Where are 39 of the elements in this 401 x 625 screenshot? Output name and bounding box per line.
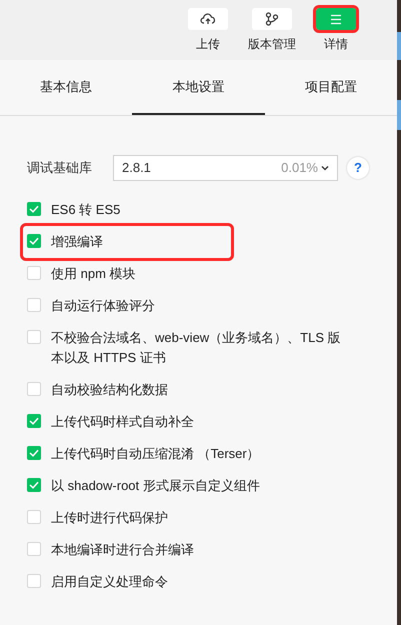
option-label: 自动运行体验评分 — [51, 297, 156, 315]
option-label: 上传时进行代码保护 — [51, 509, 169, 527]
checkbox[interactable] — [27, 266, 41, 280]
option-label: 启用自定义处理命令 — [51, 573, 169, 591]
checkbox[interactable] — [27, 202, 41, 216]
option-label: 上传代码时样式自动补全 — [51, 413, 195, 431]
chevron-down-icon — [321, 165, 329, 171]
tab[interactable]: 基本信息 — [0, 60, 132, 115]
option-label: 增强编译 — [51, 233, 104, 251]
checkbox[interactable] — [27, 234, 41, 248]
toolbar-label: 详情 — [324, 36, 348, 53]
checkbox[interactable] — [27, 478, 41, 492]
tab[interactable]: 本地设置 — [132, 60, 265, 115]
option-label: 上传代码时自动压缩混淆 （Terser） — [51, 445, 261, 463]
toolbar-button[interactable] — [188, 8, 228, 30]
toolbar-label: 版本管理 — [248, 36, 296, 53]
toolbar-button[interactable] — [252, 8, 292, 30]
option-label: 本地编译时进行合并编译 — [51, 541, 195, 559]
menu-icon — [330, 14, 342, 24]
cloud-upload-icon — [200, 13, 216, 25]
option-label: 不校验合法域名、web-view（业务域名）、TLS 版本以及 HTTPS 证书 — [51, 329, 342, 367]
checkbox[interactable] — [27, 446, 41, 460]
checkbox[interactable] — [27, 298, 41, 312]
help-button[interactable]: ? — [347, 157, 369, 179]
toolbar-label: 上传 — [196, 36, 220, 53]
checkbox[interactable] — [27, 330, 41, 344]
checkbox[interactable] — [27, 510, 41, 524]
tab[interactable]: 项目配置 — [264, 60, 397, 115]
checkbox[interactable] — [27, 542, 41, 556]
library-select[interactable]: 2.8.1 0.01% — [113, 155, 338, 181]
option-label: 以 shadow-root 形式展示自定义组件 — [51, 477, 261, 495]
branch-icon — [265, 12, 279, 26]
option-label: 自动校验结构化数据 — [51, 381, 169, 399]
checkbox[interactable] — [27, 382, 41, 396]
field-label: 调试基础库 — [27, 159, 93, 178]
option-label: ES6 转 ES5 — [51, 201, 122, 219]
checkbox[interactable] — [27, 574, 41, 588]
option-label: 使用 npm 模块 — [51, 265, 137, 283]
checkbox[interactable] — [27, 414, 41, 428]
